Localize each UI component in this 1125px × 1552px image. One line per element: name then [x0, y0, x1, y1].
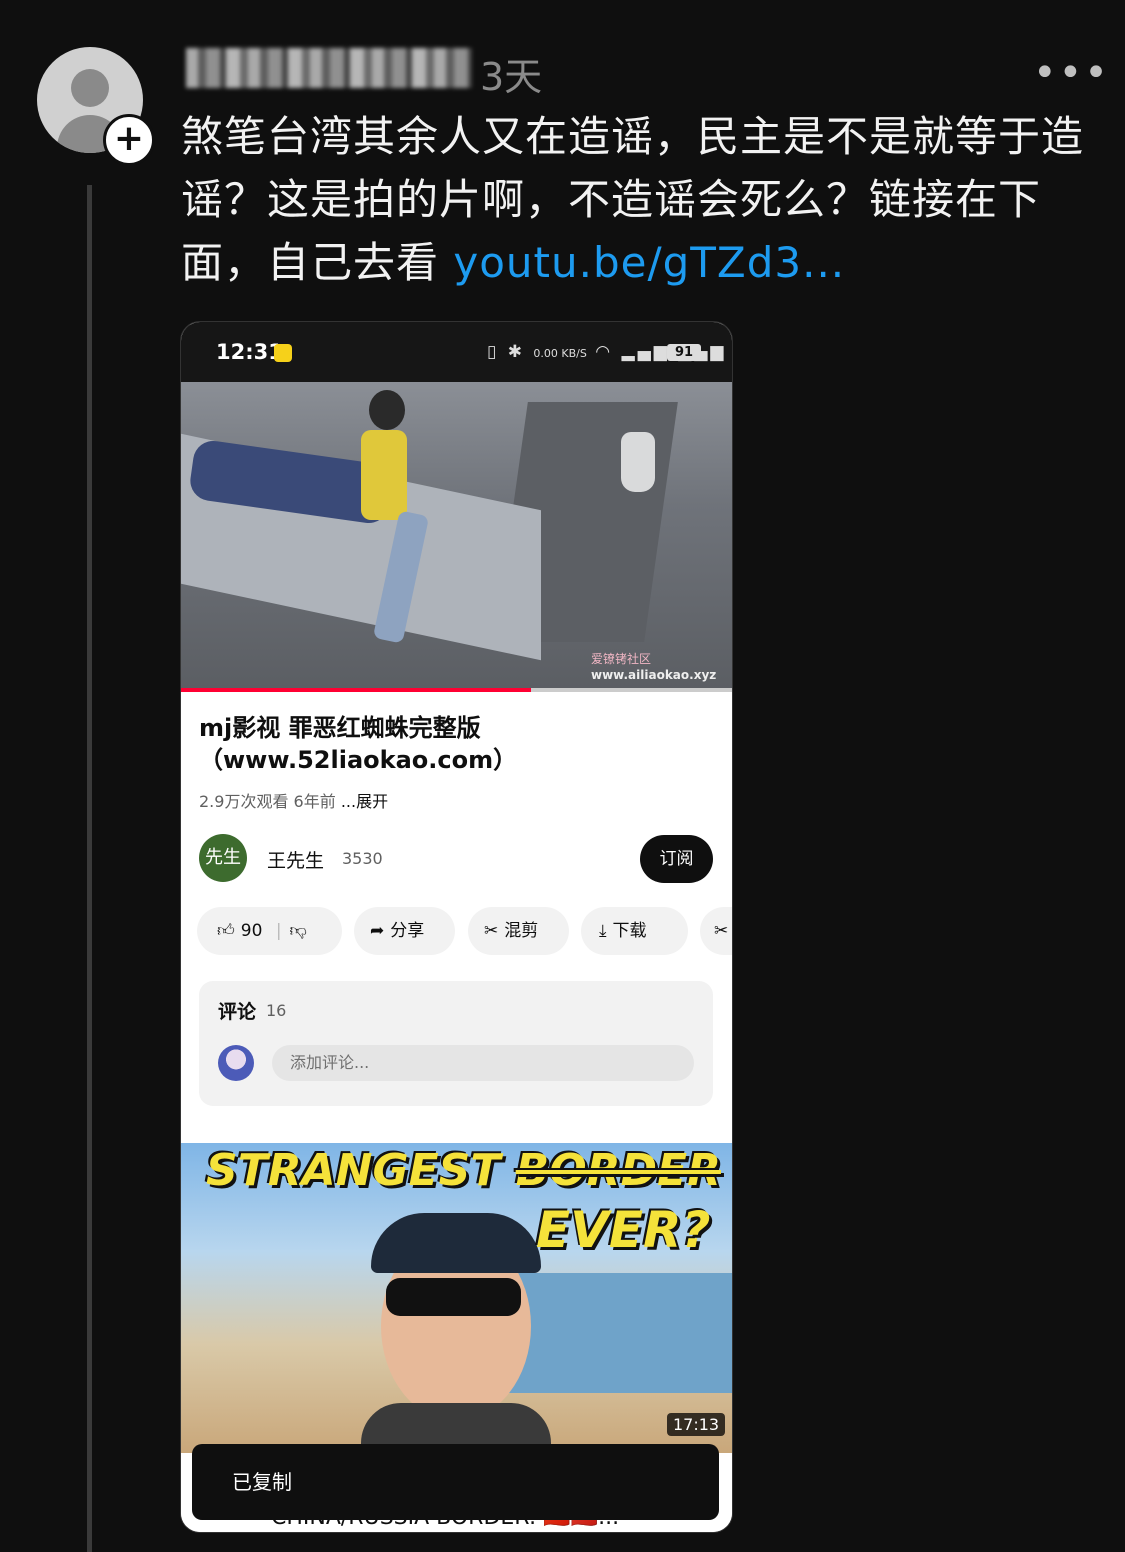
avatar-placeholder-head	[71, 69, 109, 107]
remix-button[interactable]: ✂ 混剪	[468, 907, 569, 955]
download-icon: ⤓	[599, 921, 607, 941]
comments-count: 16	[266, 1001, 287, 1020]
comments-section[interactable]: 评论 16 添加评论...	[199, 981, 713, 1106]
remix-label: 混剪	[504, 921, 539, 941]
thumbnail-sea	[501, 1273, 732, 1393]
video-scene-person-head	[369, 390, 405, 430]
status-time: 12:31	[216, 340, 283, 364]
video-duration-badge: 17:13	[667, 1413, 726, 1436]
clip-button[interactable]: ✂	[700, 907, 732, 955]
thumbnail-cap	[371, 1213, 541, 1273]
copied-toast: 已复制	[192, 1444, 719, 1520]
app-notification-icon	[274, 344, 292, 362]
thumbnail-title-word: STRANGEST	[206, 1145, 501, 1196]
post-time: 3天	[480, 55, 543, 99]
share-button[interactable]: ➦ 分享	[354, 907, 455, 955]
thread-line	[87, 185, 92, 1552]
thumbnail-sunglasses	[386, 1278, 521, 1316]
thumbnail-title-line2: EVER?	[536, 1201, 711, 1259]
video-scene-toilet	[621, 432, 655, 492]
attached-screenshot[interactable]: 12:31 ▯ ✱ 0.00 KB/S ◠ ▂▄▆ ▂▄▆ 91 爱镣铐社区 w…	[180, 321, 733, 1533]
video-watermark: 爱镣铐社区	[591, 652, 652, 666]
comments-label: 评论	[218, 1001, 257, 1023]
video-title[interactable]: mj影视 罪恶红蜘蛛完整版（www.52liaokao.com）	[199, 712, 719, 776]
video-info-panel: mj影视 罪恶红蜘蛛完整版（www.52liaokao.com） 2.9万次观看…	[181, 692, 732, 1144]
remix-icon: ✂	[484, 921, 499, 941]
channel-name[interactable]: 王先生	[267, 846, 324, 873]
subscriber-count: 3530	[342, 849, 383, 868]
post-text: 煞笔台湾其余人又在造谣，民主是不是就等于造谣？这是拍的片啊，不造谣会死么？链接在…	[181, 105, 1086, 294]
upload-age: 6年前	[293, 792, 336, 811]
download-label: 下载	[612, 921, 647, 941]
more-options-icon[interactable]: •••	[1033, 50, 1110, 96]
expand-link[interactable]: ...展开	[341, 792, 388, 811]
thumbs-up-icon: 👍︎	[217, 921, 235, 941]
follow-plus-icon[interactable]: +	[103, 114, 155, 166]
share-icon: ➦	[370, 921, 385, 941]
video-player[interactable]: 爱镣铐社区 www.ailiaokao.xyz	[181, 382, 732, 690]
video-watermark-url: www.ailiaokao.xyz	[591, 668, 717, 682]
battery-indicator: 91	[667, 344, 701, 361]
thumbs-down-icon: 👎︎	[289, 921, 307, 941]
post-link[interactable]: youtu.be/gTZd3...	[453, 238, 845, 287]
channel-avatar[interactable]: 先生	[199, 834, 247, 882]
download-button[interactable]: ⤓ 下载	[581, 907, 688, 955]
thumbnail-title-strike: BORDER	[515, 1145, 721, 1196]
share-label: 分享	[390, 921, 425, 941]
phone-status-bar: 12:31 ▯ ✱ 0.00 KB/S ◠ ▂▄▆ ▂▄▆ 91	[181, 322, 732, 382]
username-blurred[interactable]	[186, 48, 472, 88]
subscribe-button[interactable]: 订阅	[640, 835, 713, 883]
video-meta: 2.9万次观看 6年前 ...展开	[199, 788, 388, 812]
like-count: 90	[240, 921, 263, 941]
thumbnail-title-line1: STRANGEST BORDER	[206, 1145, 721, 1196]
next-video-thumbnail[interactable]: STRANGEST BORDER EVER? 17:13	[181, 1143, 732, 1453]
video-scene-person-vest	[361, 430, 407, 520]
add-comment-input[interactable]: 添加评论...	[272, 1045, 694, 1081]
like-dislike-button[interactable]: 👍︎ 90 | 👎︎	[197, 907, 342, 955]
clip-scissors-icon: ✂	[714, 921, 729, 941]
pill-divider: |	[275, 921, 282, 941]
view-count: 2.9万次观看	[199, 792, 289, 811]
current-user-avatar	[218, 1045, 254, 1081]
network-speed: 0.00 KB/S	[533, 347, 587, 360]
